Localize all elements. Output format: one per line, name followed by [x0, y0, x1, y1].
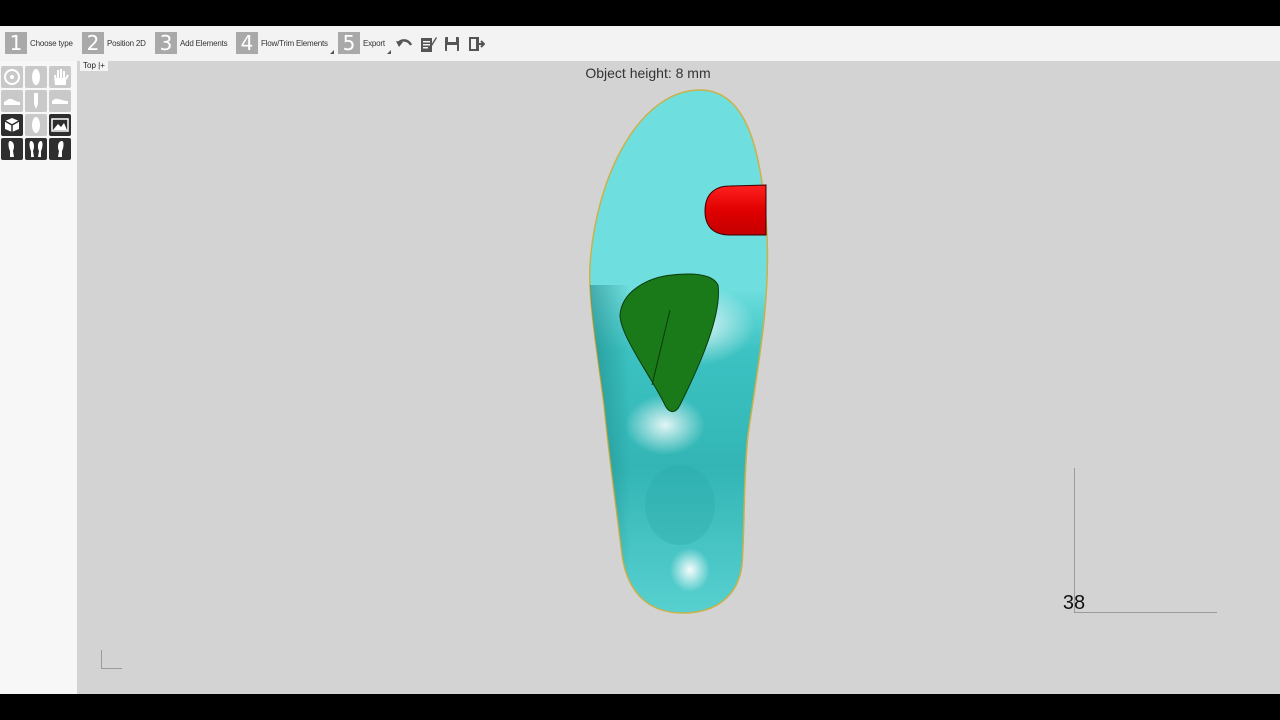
step-label: Add Elements	[180, 38, 228, 48]
step-flow-trim-elements-button[interactable]: 4 Flow/Trim Elements	[236, 30, 334, 56]
step-label: Position 2D	[107, 38, 146, 48]
step-label: Export	[363, 38, 385, 48]
axis-indicator	[101, 650, 122, 669]
object-height-readout: Object height: 8 mm	[585, 65, 711, 81]
scale-vertical-axis	[1074, 468, 1075, 612]
exit-icon[interactable]	[467, 35, 485, 53]
view-orientation-label[interactable]: Top |+	[80, 61, 108, 71]
step-label: Choose type	[30, 38, 73, 48]
undo-icon[interactable]	[395, 35, 413, 53]
image-icon[interactable]	[49, 114, 71, 136]
shoe-size-label: 38	[1062, 592, 1086, 614]
foot-sole-view-icon[interactable]	[25, 66, 47, 88]
toe-element[interactable]	[704, 184, 767, 236]
window-bottom-border	[0, 694, 1280, 720]
step-label: Flow/Trim Elements	[261, 38, 328, 48]
right-foot-icon[interactable]	[49, 138, 71, 160]
step-position-2d-button[interactable]: 2 Position 2D	[82, 30, 146, 56]
main-toolbar: 1 Choose type 2 Position 2D 3 Add Elemen…	[0, 26, 1280, 61]
foot-front-view-icon[interactable]	[25, 90, 47, 112]
step-number: 4	[236, 32, 258, 54]
left-foot-icon[interactable]	[1, 138, 23, 160]
save-icon[interactable]	[443, 35, 461, 53]
foot-side-view-alt-icon[interactable]	[49, 90, 71, 112]
window-top-border	[0, 0, 1280, 26]
step-export-button[interactable]: 5 Export	[338, 30, 391, 56]
dropdown-corner-icon	[329, 50, 334, 54]
step-choose-type-button[interactable]: 1 Choose type	[5, 30, 73, 56]
step-number: 1	[5, 32, 27, 54]
foot-plain-icon[interactable]	[25, 114, 47, 136]
step-number: 2	[82, 32, 104, 54]
step-add-elements-button[interactable]: 3 Add Elements	[155, 30, 228, 56]
step-number: 5	[338, 32, 360, 54]
box-view-icon[interactable]	[1, 114, 23, 136]
insole-model[interactable]	[580, 85, 780, 625]
foot-side-view-icon[interactable]	[1, 90, 23, 112]
both-feet-icon[interactable]	[25, 138, 47, 160]
hand-icon[interactable]	[49, 66, 71, 88]
dropdown-corner-icon	[386, 50, 391, 54]
view-sidebar	[0, 61, 77, 694]
step-number: 3	[155, 32, 177, 54]
view-reset-icon[interactable]	[1, 66, 23, 88]
edit-list-icon[interactable]	[419, 35, 437, 53]
